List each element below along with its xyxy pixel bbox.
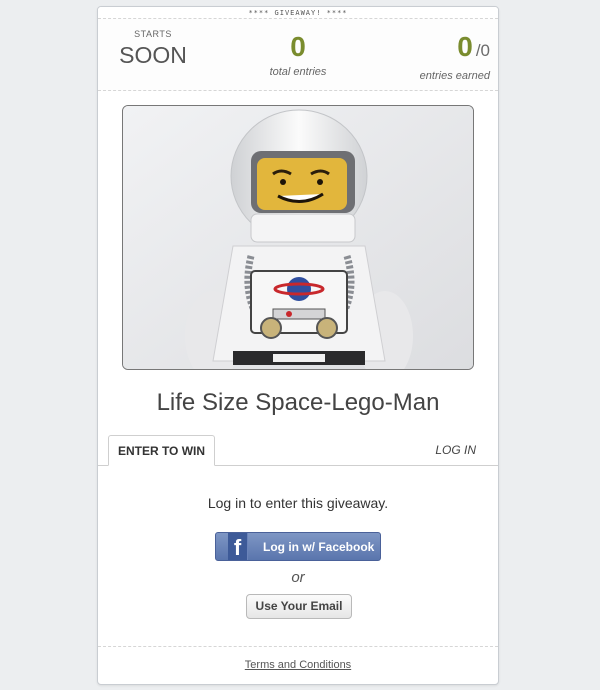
- starts-label: STARTS: [134, 29, 172, 39]
- starts-value: SOON: [119, 42, 187, 68]
- entry-panel: Log in to enter this giveaway. f Log in …: [98, 467, 498, 645]
- terms-link[interactable]: Terms and Conditions: [98, 659, 498, 671]
- total-entries-stat: 0 total entries: [258, 31, 338, 78]
- footer: Terms and Conditions: [98, 646, 498, 684]
- tab-log-in[interactable]: LOG IN: [435, 443, 476, 457]
- use-email-button[interactable]: Use Your Email: [246, 594, 352, 619]
- entries-earned-count: 0: [457, 31, 473, 62]
- facebook-login-button[interactable]: f Log in w/ Facebook: [215, 532, 381, 561]
- total-entries-count: 0: [290, 31, 306, 62]
- login-prompt: Log in to enter this giveaway.: [207, 495, 389, 511]
- or-separator: or: [291, 569, 305, 586]
- entry-tabs: ENTER TO WIN LOG IN: [98, 435, 498, 466]
- facebook-icon: f: [228, 533, 248, 560]
- prize-title: Life Size Space-Lego-Man: [156, 389, 440, 416]
- starts-stat: STARTS SOON: [118, 29, 188, 69]
- total-entries-caption: total entries: [269, 66, 327, 78]
- entries-earned-caption: entries earned: [419, 70, 490, 82]
- entries-earned-stat: 0/0 entries earned: [400, 31, 490, 82]
- giveaway-widget: **** GIVEAWAY! **** STARTS SOON 0 total …: [97, 6, 499, 685]
- prize-image: [122, 105, 474, 370]
- stats-bar: STARTS SOON 0 total entries 0/0 entries …: [98, 19, 498, 91]
- lego-spaceman-photo: [123, 106, 473, 369]
- tab-enter-to-win[interactable]: ENTER TO WIN: [108, 435, 215, 466]
- facebook-login-label: Log in w/ Facebook: [263, 539, 375, 554]
- giveaway-banner: **** GIVEAWAY! ****: [98, 7, 498, 19]
- entries-earned-denominator: /0: [475, 41, 490, 60]
- entries-earned-value: 0/0: [400, 31, 490, 67]
